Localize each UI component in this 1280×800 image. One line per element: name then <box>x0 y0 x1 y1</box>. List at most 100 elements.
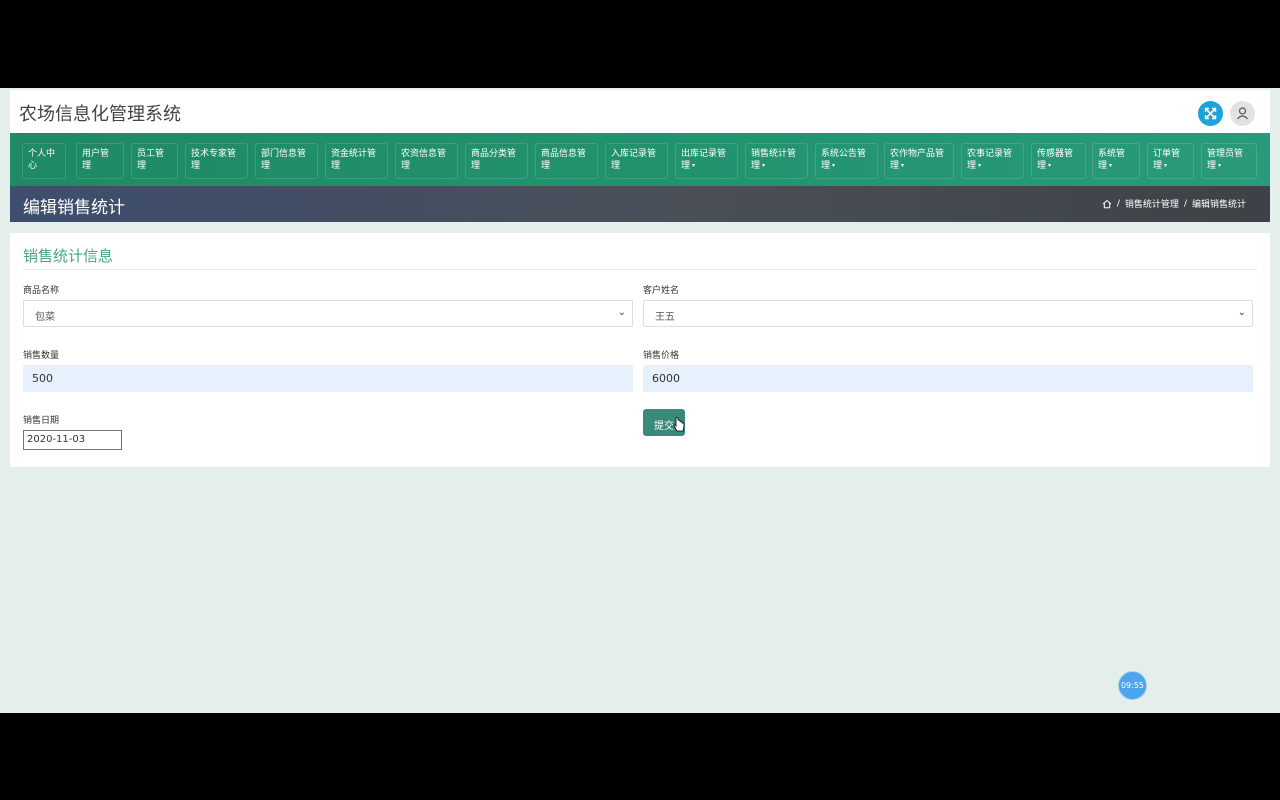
nav-item-label: 理 <box>137 161 147 171</box>
nav-item-announcements[interactable]: 系统公告管理 ▾ <box>815 143 878 179</box>
nav-item-employees[interactable]: 员工管理 <box>131 143 178 179</box>
clock-badge: 09:55 <box>1118 671 1147 700</box>
nav-item-label: 理 <box>967 161 977 171</box>
nav-item-label: 理 <box>1037 161 1047 171</box>
nav-item-orders[interactable]: 订单管理 ▾ <box>1147 143 1194 179</box>
nav-item-label: 传感器管 <box>1037 149 1074 159</box>
nav-item-label: 理 <box>261 161 271 171</box>
nav-item-label: 理 <box>821 161 831 171</box>
nav-item-label: 用户管 <box>82 149 110 159</box>
nav-item-label: 理 <box>751 161 761 171</box>
nav-item-farm-supplies[interactable]: 农资信息管理 <box>395 143 458 179</box>
nav-item-label: 理 <box>1207 161 1217 171</box>
price-input[interactable]: 6000 <box>643 365 1253 392</box>
expand-icon <box>1204 107 1217 120</box>
nav-item-label: 理 <box>611 161 621 171</box>
nav-item-sensors[interactable]: 传感器管理 ▾ <box>1031 143 1086 179</box>
customer-name-label: 客户姓名 <box>643 286 680 296</box>
nav-item-label: 系统管 <box>1098 149 1126 159</box>
user-icon <box>1237 107 1248 120</box>
nav-item-label: 商品信息管 <box>541 149 587 159</box>
product-name-select[interactable]: 包菜 ⌄ <box>23 300 633 327</box>
price-label: 销售价格 <box>643 351 680 361</box>
app-screen: 农场信息化管理系统 个人中心 用户管理 员工管理 技术专家管理 部门信息管理 资… <box>0 88 1280 713</box>
breadcrumb-separator: / <box>1116 198 1120 209</box>
chevron-down-icon: ⌄ <box>1237 307 1246 318</box>
nav-item-departments[interactable]: 部门信息管理 <box>255 143 318 179</box>
nav-item-label: 农作物产品管 <box>890 149 945 159</box>
nav-item-inbound[interactable]: 入库记录管理 <box>605 143 668 179</box>
nav-item-farm-records[interactable]: 农事记录管理 ▾ <box>961 143 1024 179</box>
nav-item-experts[interactable]: 技术专家管理 <box>185 143 248 179</box>
nav-item-admins[interactable]: 管理员管理 ▾ <box>1201 143 1257 179</box>
nav-item-label: 理 <box>191 161 201 171</box>
nav-item-products[interactable]: 商品信息管理 <box>535 143 598 179</box>
nav-item-label: 出库记录管 <box>681 149 727 159</box>
home-icon[interactable] <box>1102 199 1112 209</box>
product-name-value: 包菜 <box>35 312 55 323</box>
nav-item-label: 理 <box>541 161 551 171</box>
nav-item-label: 理 <box>331 161 341 171</box>
nav-item-personal-center[interactable]: 个人中心 <box>22 143 66 179</box>
chevron-down-icon: ▾ <box>692 162 696 169</box>
sales-form-card: 销售统计信息 商品名称 包菜 ⌄ 客户姓名 王五 ⌄ 销售数量 500 销售价格… <box>10 233 1270 467</box>
nav-item-label: 理 <box>890 161 900 171</box>
chevron-down-icon: ▾ <box>762 162 766 169</box>
chevron-down-icon: ⌄ <box>617 307 626 318</box>
nav-item-system[interactable]: 系统管理 ▾ <box>1092 143 1140 179</box>
hand-cursor-icon <box>673 417 685 432</box>
nav-item-label: 技术专家管 <box>191 149 237 159</box>
nav-item-label: 订单管 <box>1153 149 1181 159</box>
page-title: 编辑销售统计 <box>23 198 125 218</box>
nav-item-label: 农事记录管 <box>967 149 1013 159</box>
nav-item-label: 心 <box>28 161 38 171</box>
main-nav: 个人中心 用户管理 员工管理 技术专家管理 部门信息管理 资金统计管理 农资信息… <box>10 133 1270 186</box>
nav-item-crop-products[interactable]: 农作物产品管理 ▾ <box>884 143 954 179</box>
nav-item-label: 系统公告管 <box>821 149 867 159</box>
sale-date-input[interactable]: 2020-11-03 <box>23 430 122 450</box>
nav-item-label: 部门信息管 <box>261 149 307 159</box>
nav-item-funds[interactable]: 资金统计管理 <box>325 143 388 179</box>
page-header: 编辑销售统计 / 销售统计管理 / 编辑销售统计 <box>10 186 1270 222</box>
quantity-label: 销售数量 <box>23 351 60 361</box>
sale-date-label: 销售日期 <box>23 416 60 426</box>
nav-item-label: 理 <box>1153 161 1163 171</box>
top-bar: 农场信息化管理系统 <box>10 90 1270 133</box>
nav-item-label: 管理员管 <box>1207 149 1244 159</box>
nav-item-label: 入库记录管 <box>611 149 657 159</box>
breadcrumb: / 销售统计管理 / 编辑销售统计 <box>1102 197 1246 210</box>
divider <box>23 269 1257 270</box>
chevron-down-icon: ▾ <box>1048 162 1052 169</box>
fullscreen-button[interactable] <box>1198 101 1223 126</box>
nav-item-label: 理 <box>82 161 92 171</box>
chevron-down-icon: ▾ <box>1164 162 1168 169</box>
nav-item-label: 理 <box>401 161 411 171</box>
customer-name-select[interactable]: 王五 ⌄ <box>643 300 1253 327</box>
nav-item-label: 个人中 <box>28 149 56 159</box>
chevron-down-icon: ▾ <box>901 162 905 169</box>
chevron-down-icon: ▾ <box>832 162 836 169</box>
breadcrumb-separator: / <box>1183 198 1187 209</box>
nav-item-label: 资金统计管 <box>331 149 377 159</box>
nav-item-sales-stats[interactable]: 销售统计管理 ▾ <box>745 143 808 179</box>
form-title: 销售统计信息 <box>23 247 114 265</box>
chevron-down-icon: ▾ <box>1218 162 1222 169</box>
product-name-label: 商品名称 <box>23 286 60 296</box>
nav-item-label: 商品分类管 <box>471 149 517 159</box>
nav-item-label: 理 <box>681 161 691 171</box>
app-title: 农场信息化管理系统 <box>19 104 181 125</box>
nav-item-label: 农资信息管 <box>401 149 447 159</box>
nav-item-label: 销售统计管 <box>751 149 797 159</box>
nav-item-users[interactable]: 用户管理 <box>76 143 124 179</box>
nav-item-outbound[interactable]: 出库记录管理 ▾ <box>675 143 738 179</box>
chevron-down-icon: ▾ <box>978 162 982 169</box>
customer-name-value: 王五 <box>655 312 675 323</box>
user-menu-button[interactable] <box>1230 101 1255 126</box>
chevron-down-icon: ▾ <box>1109 162 1113 169</box>
nav-item-product-categories[interactable]: 商品分类管理 <box>465 143 528 179</box>
nav-item-label: 员工管 <box>137 149 165 159</box>
nav-item-label: 理 <box>471 161 481 171</box>
breadcrumb-current: 编辑销售统计 <box>1191 200 1246 210</box>
breadcrumb-parent[interactable]: 销售统计管理 <box>1125 197 1179 210</box>
quantity-input[interactable]: 500 <box>23 365 633 392</box>
